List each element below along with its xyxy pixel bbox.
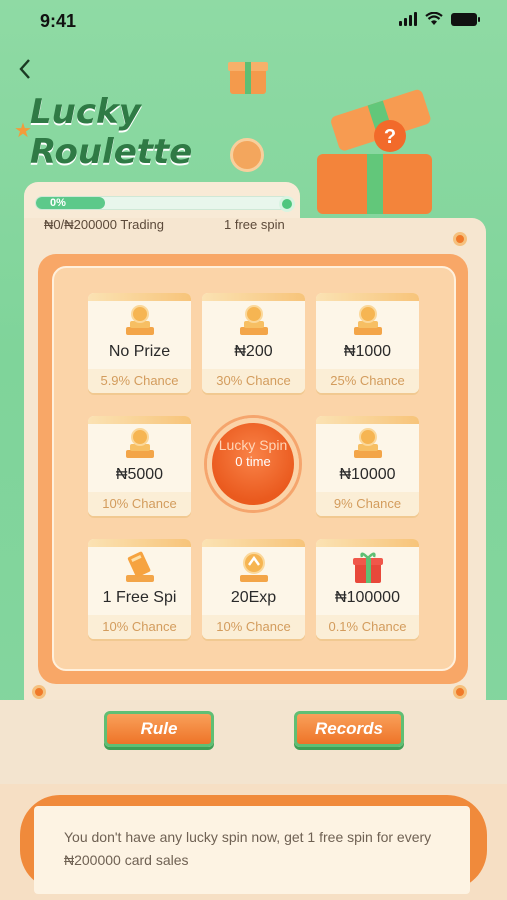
prize-chance: 5.9% Chance [88, 369, 191, 393]
ticket-icon [126, 551, 154, 582]
star-icon: ★ [14, 120, 32, 142]
progress-fill: 0% [36, 197, 106, 209]
back-button[interactable] [18, 58, 42, 88]
tile-ribbon [88, 539, 191, 547]
signal-icon [399, 12, 417, 26]
machine-base [0, 700, 507, 790]
spin-count: 0 time [235, 454, 271, 469]
prize-tile-5000: ₦5000 10% Chance [88, 416, 191, 516]
status-bar: 9:41 [0, 0, 507, 44]
tile-ribbon [88, 293, 191, 301]
tile-ribbon [316, 416, 419, 424]
prize-label: ₦1000 [343, 343, 392, 360]
prize-chance: 9% Chance [316, 492, 419, 516]
prize-chance: 10% Chance [202, 615, 305, 639]
prize-label: ₦10000 [339, 466, 396, 483]
prize-label: ₦5000 [115, 466, 164, 483]
prize-chance: 25% Chance [316, 369, 419, 393]
page-title-line2: Roulette [30, 132, 193, 172]
prize-tile-10000: ₦10000 9% Chance [316, 416, 419, 516]
battery-icon [451, 12, 480, 26]
notice-text: You don't have any lucky spin now, get 1… [34, 806, 470, 894]
progress-end-marker [279, 196, 295, 212]
prize-tile-exp: 20Exp 10% Chance [202, 539, 305, 639]
gift-box-icon: ? [317, 89, 432, 214]
coin-stack-icon [354, 305, 382, 335]
rule-button[interactable]: Rule [104, 711, 214, 747]
prize-chance: 10% Chance [88, 615, 191, 639]
free-spin-goal: 1 free spin [224, 217, 285, 232]
page-title: Lucky Roulette [30, 92, 192, 172]
prize-tile-200: ₦200 30% Chance [202, 293, 305, 393]
bolt-decoration [32, 685, 46, 699]
status-time: 9:41 [40, 11, 77, 31]
prize-chance: 30% Chance [202, 369, 305, 393]
coin-stack-icon [126, 305, 154, 335]
progress-percent: 0% [50, 197, 66, 209]
prize-label: 20Exp [230, 589, 277, 606]
wifi-icon [425, 12, 443, 25]
chevron-left-icon [19, 59, 30, 79]
lucky-spin-button[interactable]: Lucky Spin 0 time [207, 418, 299, 510]
prize-tile-no-prize: No Prize 5.9% Chance [88, 293, 191, 393]
prize-tile-free-spin: 1 Free Spi 10% Chance [88, 539, 191, 639]
coin-stack-icon [240, 305, 268, 335]
prize-tile-1000: ₦1000 25% Chance [316, 293, 419, 393]
spin-title: Lucky Spin [218, 437, 288, 453]
svg-text:?: ? [384, 126, 396, 148]
status-icons [399, 12, 480, 26]
prize-chance: 10% Chance [88, 492, 191, 516]
bolt-decoration [453, 232, 467, 246]
tile-ribbon [202, 539, 305, 547]
prize-label: No Prize [108, 343, 171, 360]
trading-amount: ₦0/₦200000 Trading [44, 217, 164, 232]
small-gift-icon [228, 62, 268, 94]
gift-box-icon [353, 552, 383, 583]
prize-label: ₦100000 [335, 589, 400, 606]
prize-tile-100000: ₦100000 0.1% Chance [316, 539, 419, 639]
tile-ribbon [316, 539, 419, 547]
coin-stack-icon [354, 428, 382, 458]
coin-icon [230, 138, 264, 172]
page-title-line1: Lucky [30, 92, 141, 132]
prize-label: 1 Free Spi [102, 589, 177, 606]
tile-ribbon [316, 293, 419, 301]
trading-progress-bar: 0% [35, 196, 293, 210]
coin-stack-icon [126, 428, 154, 458]
records-button[interactable]: Records [294, 711, 404, 747]
exp-badge-icon [240, 552, 268, 582]
bolt-decoration [453, 685, 467, 699]
prize-label: ₦200 [234, 343, 273, 360]
tile-ribbon [88, 416, 191, 424]
tile-ribbon [202, 293, 305, 301]
prize-chance: 0.1% Chance [316, 615, 419, 639]
